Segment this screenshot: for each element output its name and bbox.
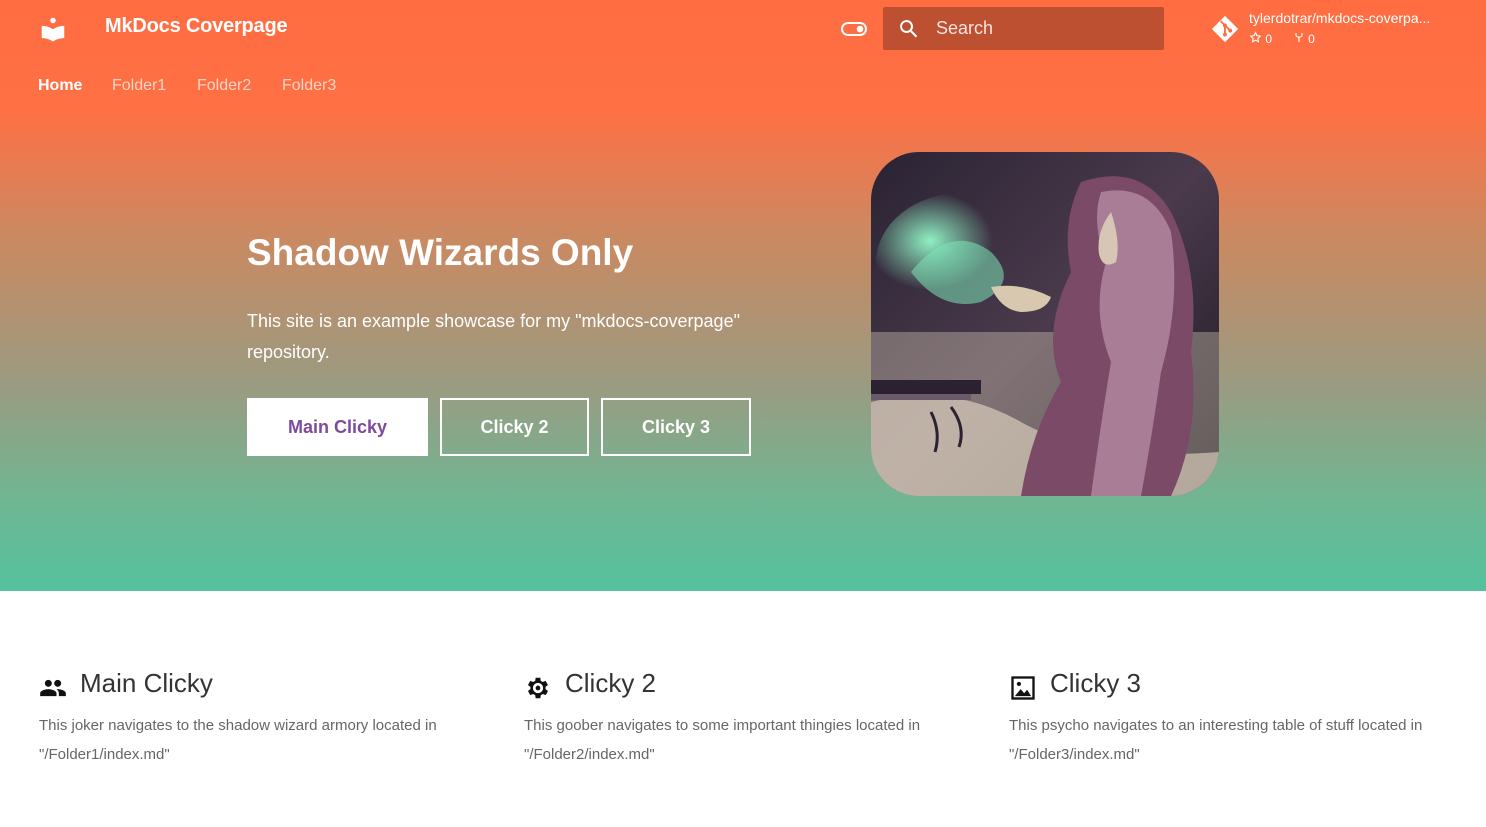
header: MkDocs Coverpage Search tylerdotrar/mkdo… [0, 0, 1486, 57]
search-placeholder: Search [936, 18, 994, 38]
clicky-2-button[interactable]: Clicky 2 [440, 398, 589, 456]
users-icon [39, 674, 67, 702]
feature-description: This goober navigates to some important … [524, 717, 921, 763]
feature-description: This psycho navigates to an interesting … [1009, 717, 1423, 763]
main-clicky-button[interactable]: Main Clicky [247, 398, 428, 456]
tab-home[interactable]: Home [38, 77, 82, 95]
clicky-3-button[interactable]: Clicky 3 [601, 398, 751, 456]
feature-title: Clicky 2 [565, 668, 657, 698]
feature-title: Clicky 3 [1050, 668, 1142, 698]
search-icon [897, 17, 921, 41]
image-icon [1009, 674, 1037, 702]
repo-stats: 0 0 [1249, 31, 1315, 47]
search-input[interactable]: Search [883, 7, 1164, 50]
feature-description: This joker navigates to the shadow wizar… [39, 717, 437, 763]
forks-count: 0 [1308, 32, 1315, 46]
tab-folder3[interactable]: Folder3 [282, 77, 336, 95]
hero-description: This site is an example showcase for my … [247, 311, 740, 362]
cog-icon [524, 674, 552, 702]
stars-count: 0 [1265, 32, 1273, 46]
hero-title: Shadow Wizards Only [247, 232, 634, 273]
site-title[interactable]: MkDocs Coverpage [105, 15, 288, 38]
palette-toggle-icon[interactable] [840, 18, 868, 40]
git-icon [1210, 14, 1240, 44]
repo-link[interactable]: tylerdotrar/mkdocs-coverpa... 0 0 [1210, 8, 1470, 50]
tab-folder2[interactable]: Folder2 [197, 77, 251, 95]
book-open-icon[interactable] [38, 14, 68, 44]
repo-name: tylerdotrar/mkdocs-coverpa... [1249, 10, 1431, 26]
tab-folder1[interactable]: Folder1 [112, 77, 166, 95]
wizard-image [871, 152, 1219, 496]
fork-icon [1293, 31, 1305, 47]
feature-title: Main Clicky [80, 668, 213, 698]
star-icon [1249, 31, 1262, 47]
